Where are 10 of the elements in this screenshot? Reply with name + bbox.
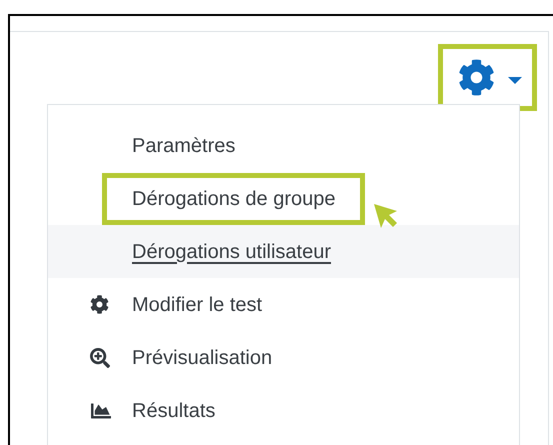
area-chart-icon (90, 400, 112, 420)
menu-item[interactable]: Prévisualisation (102, 332, 302, 384)
caret-icon (508, 77, 522, 84)
settings-icon (458, 59, 495, 96)
zoom-in-icon (90, 348, 112, 368)
menu-item[interactable]: Modifier le test (102, 278, 292, 330)
menu-item[interactable]: Paramètres (102, 120, 266, 172)
cursor-arrow-icon (373, 202, 400, 228)
menu-item[interactable]: Dérogations de groupe (102, 172, 366, 224)
menu-item[interactable]: Résultats (102, 384, 246, 436)
